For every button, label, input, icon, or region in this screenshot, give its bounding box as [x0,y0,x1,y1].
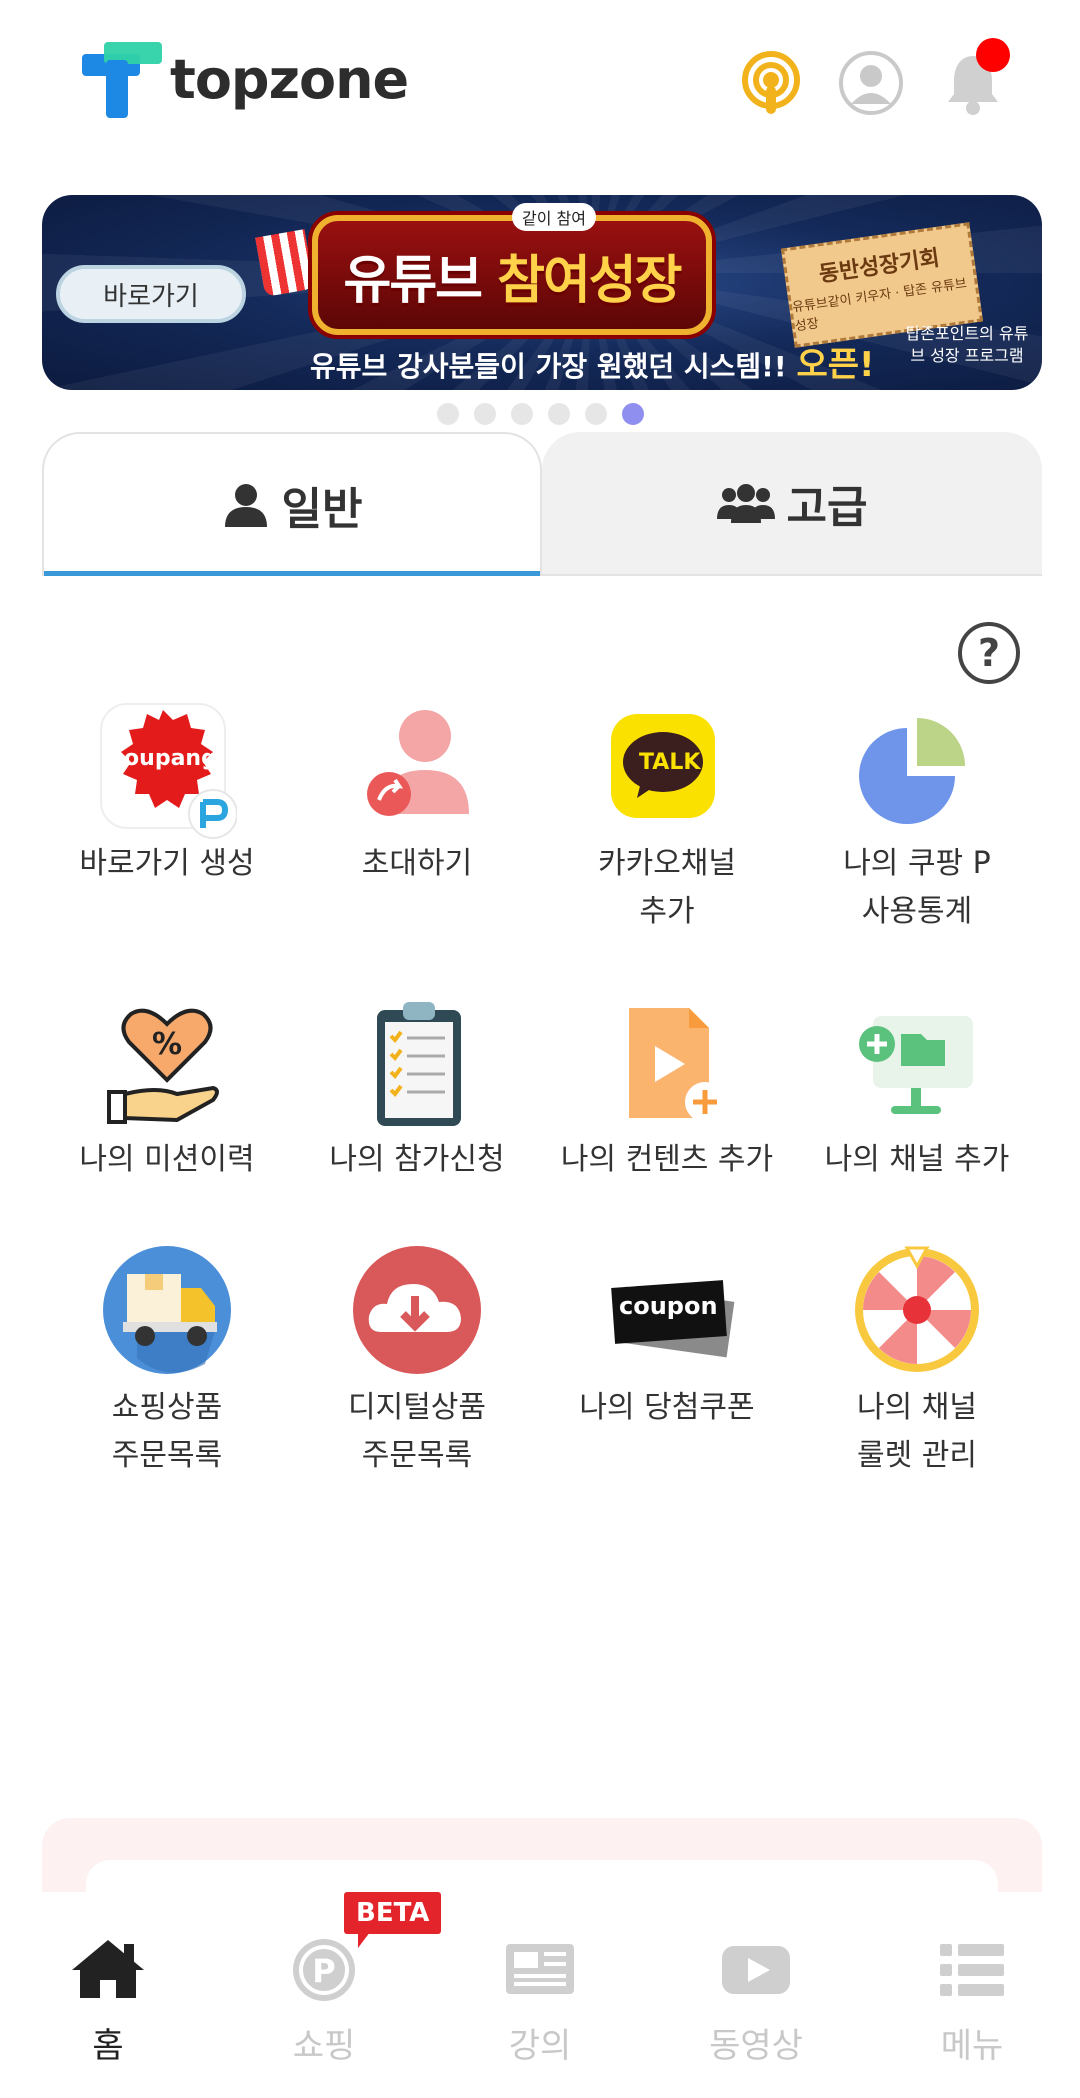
menu-item-my-applications[interactable]: 나의 참가신청 [292,996,542,1184]
kakao-talk-icon: TALK [597,700,737,840]
banner-go-button[interactable]: 바로가기 [56,265,246,323]
tab-advanced-label: 고급 [786,482,868,533]
banner-title: 유튜브 참여성장 [343,238,682,313]
banner-subtitle: 유튜브 강사분들이 가장 원했던 시스템!! 오픈! [310,337,875,386]
popcorn-icon [255,229,315,297]
menu-item-shopping-orders[interactable]: 쇼핑상품 주문목록 [42,1244,292,1480]
coupang-text: coupang [111,746,217,771]
home-icon [72,1940,144,1998]
notification-badge [976,38,1010,72]
menu-item-label: 나의 쿠팡 P 사용통계 [843,846,991,929]
newspaper-icon [506,1944,574,1994]
nav-home[interactable]: 홈 [0,1892,216,2098]
banner-pagination [0,403,1080,425]
pagination-dot-active[interactable] [621,403,644,425]
tab-basic-label: 일반 [281,484,363,535]
nav-video[interactable]: 동영상 [648,1892,864,2098]
nav-video-label: 동영상 [709,2026,803,2066]
menu-item-label: 초대하기 [361,846,473,881]
notification-bell[interactable] [940,38,1010,116]
talk-text: TALK [639,750,701,775]
mode-tabs: 일반 고급 [42,432,1042,576]
menu-item-kakao-channel[interactable]: TALK 카카오채널 추가 [542,700,792,936]
roulette-icon [847,1244,987,1384]
nav-lecture[interactable]: 강의 [432,1892,648,2098]
podcast-icon[interactable] [738,50,804,116]
pagination-dot[interactable] [510,403,533,425]
nav-lecture-label: 강의 [508,2026,572,2066]
menu-item-label: 쇼핑상품 주문목록 [111,1390,223,1473]
tab-advanced[interactable]: 고급 [542,432,1042,576]
banner-tag: 같이 참여 [512,203,596,231]
menu-item-add-channel[interactable]: 나의 채널 추가 [792,996,1042,1184]
delivery-truck-icon [97,1244,237,1384]
banner-subtitle-highlight: 오픈! [796,345,875,385]
menu-item-coupang-stats[interactable]: 나의 쿠팡 P 사용통계 [792,700,1042,936]
profile-icon[interactable] [838,50,904,116]
menu-item-label: 나의 미션이력 [79,1142,255,1177]
topzone-logo[interactable]: topzone [82,36,409,122]
youtube-play-icon [722,1946,790,1994]
banner-title-a: 유튜브 [343,250,483,311]
menu-item-label: 나의 당첨쿠폰 [579,1390,755,1425]
tab-basic[interactable]: 일반 [42,432,542,576]
users-group-icon [716,484,775,523]
svg-text:%: % [152,1027,182,1062]
coupang-p-icon: coupang [97,700,238,840]
banner-title-b: 참여성장 [497,250,682,311]
beta-badge: BETA [344,1892,442,1948]
menu-item-add-content[interactable]: 나의 컨텐츠 추가 [542,996,792,1184]
clipboard-icon [347,996,487,1136]
banner-marquee: 유튜브 참여성장 [312,215,712,335]
menu-item-label: 바로가기 생성 [79,846,255,881]
pagination-dot[interactable] [584,403,607,425]
svg-text:P: P [312,1952,335,1990]
menu-item-label: 나의 채널 추가 [824,1142,1010,1177]
point-coin-icon: P [293,1939,355,2001]
nav-shopping[interactable]: BETA P 쇼핑 [216,1892,442,2098]
nav-menu-label: 메뉴 [940,2026,1004,2066]
menu-item-my-coupons[interactable]: coupon 나의 당첨쿠폰 [542,1244,792,1432]
menu-item-roulette[interactable]: 나의 채널 룰렛 관리 [792,1244,1042,1480]
cloud-download-icon [347,1244,487,1384]
menu-item-label: 카카오채널 추가 [598,846,736,929]
menu-item-invite[interactable]: 초대하기 [292,700,542,888]
banner-subtitle-text: 유튜브 강사분들이 가장 원했던 시스템!! [310,350,787,383]
video-file-add-icon [597,996,737,1136]
coupon-icon: coupon [597,1244,737,1384]
nav-menu[interactable]: 메뉴 [864,1892,1080,2098]
pie-chart-icon [847,700,987,840]
pagination-dot[interactable] [473,403,496,425]
user-icon [224,484,267,527]
logo-text: topzone [170,47,409,111]
pagination-dot[interactable] [547,403,570,425]
menu-item-label: 나의 컨텐츠 추가 [560,1142,774,1177]
pagination-dot[interactable] [436,403,459,425]
app-header: topzone [0,0,1080,170]
nav-shopping-label: 쇼핑 [292,2026,356,2066]
topzone-logo-mark [82,42,162,118]
help-button[interactable]: ? [958,622,1020,684]
banner-note: 탑존포인트의 유튜브 성장 프로그램 [905,324,1029,365]
menu-item-label: 나의 채널 룰렛 관리 [857,1390,977,1473]
menu-item-label: 디지털상품 주문목록 [348,1390,486,1473]
menu-item-mission-history[interactable]: % 나의 미션이력 [42,996,292,1184]
menu-item-label: 나의 참가신청 [329,1142,505,1177]
bottom-navigation: 홈 BETA P 쇼핑 강의 동영상 메뉴 [0,1892,1080,2098]
promo-banner[interactable]: 바로가기 유튜브 참여성장 같이 참여 유튜브 강사분들이 가장 원했던 시스템… [42,195,1042,390]
menu-item-create-shortcut[interactable]: coupang 바로가기 생성 [42,700,292,888]
list-menu-icon [940,1944,1004,1996]
channel-add-icon [847,996,987,1136]
invite-user-icon [347,700,487,840]
heart-hand-icon: % [97,996,237,1136]
coupon-text: coupon [619,1292,718,1320]
menu-item-digital-orders[interactable]: 디지털상품 주문목록 [292,1244,542,1480]
nav-home-label: 홈 [92,2026,124,2066]
